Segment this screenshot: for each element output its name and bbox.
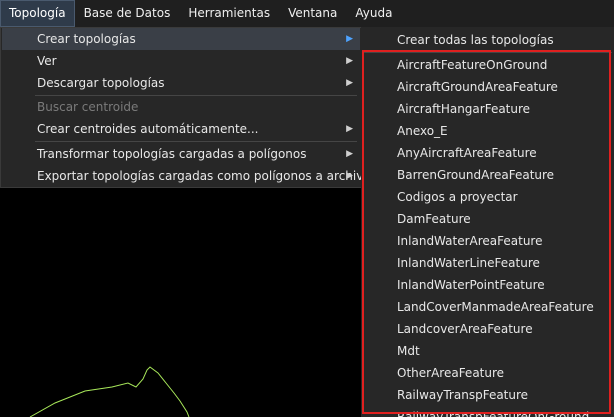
submenu-item[interactable]: Mdt: [361, 340, 614, 362]
submenu-item[interactable]: LandcoverAreaFeature: [361, 318, 614, 340]
chevron-right-icon: ▶: [346, 171, 353, 181]
chevron-right-icon: ▶: [346, 149, 353, 159]
menu-separator: [35, 141, 357, 142]
menu-separator: [364, 52, 612, 53]
menu-item-label: Crear topologías: [37, 32, 136, 46]
menu-item-label: Ver: [37, 54, 57, 68]
menu-item-exportar-topologias[interactable]: Exportar topologías cargadas como polígo…: [2, 165, 371, 187]
menu-item-label: Buscar centroide: [37, 100, 139, 114]
menu-base-de-datos[interactable]: Base de Datos: [75, 0, 180, 27]
menu-item-crear-topologias[interactable]: Crear topologías ▶: [2, 28, 360, 50]
menu-item-label: Exportar topologías cargadas como polígo…: [37, 169, 371, 183]
submenu-item[interactable]: Codigos a proyectar: [361, 186, 614, 208]
submenu-item[interactable]: LandCoverManmadeAreaFeature: [361, 296, 614, 318]
menu-item-label: Transformar topologías cargadas a polígo…: [37, 147, 307, 161]
crear-topologias-submenu: Crear todas las topologías AircraftFeatu…: [361, 27, 614, 417]
submenu-item[interactable]: InlandWaterLineFeature: [361, 252, 614, 274]
menu-bar: Topología Base de Datos Herramientas Ven…: [0, 0, 614, 27]
chevron-right-icon: ▶: [346, 56, 353, 66]
chevron-right-icon: ▶: [346, 78, 353, 88]
submenu-item[interactable]: BarrenGroundAreaFeature: [361, 164, 614, 186]
submenu-item[interactable]: AircraftGroundAreaFeature: [361, 76, 614, 98]
submenu-item[interactable]: DamFeature: [361, 208, 614, 230]
menu-item-ver[interactable]: Ver ▶: [2, 50, 360, 72]
menu-item-label: Crear centroides automáticamente...: [37, 122, 259, 136]
menu-item-buscar-centroide: Buscar centroide: [2, 96, 360, 118]
submenu-item[interactable]: AnyAircraftAreaFeature: [361, 142, 614, 164]
submenu-item[interactable]: AircraftHangarFeature: [361, 98, 614, 120]
menu-ayuda[interactable]: Ayuda: [346, 0, 401, 27]
submenu-item[interactable]: RailwayTranspFeature: [361, 384, 614, 406]
chevron-right-icon: ▶: [346, 124, 353, 134]
submenu-item[interactable]: OtherAreaFeature: [361, 362, 614, 384]
menu-item-crear-centroides[interactable]: Crear centroides automáticamente... ▶: [2, 118, 360, 140]
menu-item-descargar-topologias[interactable]: Descargar topologías ▶: [2, 72, 360, 94]
submenu-item[interactable]: InlandWaterPointFeature: [361, 274, 614, 296]
submenu-item-crear-todas[interactable]: Crear todas las topologías: [361, 29, 614, 51]
submenu-item[interactable]: RailwayTranspFeatureOnGround: [361, 406, 614, 417]
submenu-item[interactable]: Anexo_E: [361, 120, 614, 142]
submenu-item[interactable]: AircraftFeatureOnGround: [361, 54, 614, 76]
menu-ventana[interactable]: Ventana: [279, 0, 346, 27]
menu-item-label: Descargar topologías: [37, 76, 165, 90]
chevron-right-icon: ▶: [346, 34, 353, 44]
menu-herramientas[interactable]: Herramientas: [179, 0, 279, 27]
submenu-item[interactable]: InlandWaterAreaFeature: [361, 230, 614, 252]
menu-topologia[interactable]: Topología: [0, 0, 75, 27]
topologia-dropdown: Crear topologías ▶ Ver ▶ Descargar topol…: [0, 27, 371, 188]
menu-item-transformar-topologias[interactable]: Transformar topologías cargadas a polígo…: [2, 143, 360, 165]
